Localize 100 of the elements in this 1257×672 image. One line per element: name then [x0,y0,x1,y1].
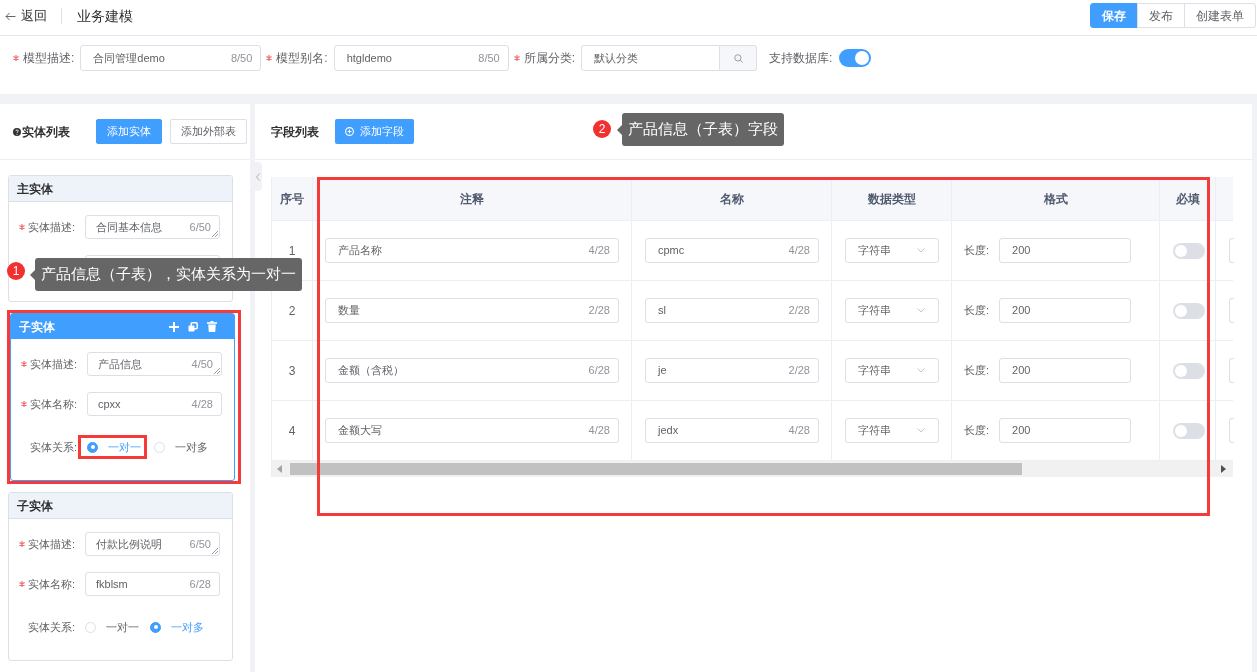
page-title: 业务建模 [77,6,133,26]
text-input[interactable] [1229,298,1234,323]
name-field[interactable]: cpmc 4/28 [645,238,819,263]
column-header: 数据类型 [832,177,952,220]
comment-field[interactable]: 数量 2/28 [325,298,619,323]
text-input[interactable]: htgldemo 8/50 [333,45,509,71]
back-arrow-icon [5,11,16,21]
row-number: 1 [288,242,296,260]
collapse-handle[interactable] [253,162,262,191]
text-input[interactable]: fkblsm 6/28 [85,572,220,596]
textarea-field[interactable]: 付款比例说明 6/50 [85,532,220,556]
row-number: 2 [288,302,296,320]
toolbar-button[interactable]: 发布 [1137,3,1185,28]
radio-option[interactable]: 一对一 [85,618,139,636]
column-header: 必填 [1160,177,1216,220]
entity-card[interactable]: 子实体 实体描述: 付款比例说明 6/50 实体名称: fkblsm 6/28 实体关系: 一对一 一对多 [8,492,233,661]
length-field[interactable]: 200 [999,238,1132,263]
column-header: 注释 [313,177,632,220]
text-input[interactable] [1229,238,1234,263]
character-count: 6/50 [189,219,211,235]
text-input[interactable] [1229,358,1234,383]
field-label: 支持数据库: [769,50,833,67]
column-header: 序号 [272,177,313,220]
tooltip-text: 产品信息（子表），实体关系为一对一 [35,258,302,291]
type-select[interactable]: 字符串 [845,358,939,383]
type-select[interactable]: 字符串 [845,418,939,443]
search-button[interactable] [720,45,758,71]
character-count: 6/28 [189,576,211,592]
field-label: 实体关系: [29,439,77,455]
toggle-switch[interactable] [1173,362,1205,379]
length-field[interactable]: 200 [999,418,1132,443]
field-label: 实体描述: [29,356,77,372]
field-label: 模型描述: [23,50,75,67]
name-field[interactable]: jedx 4/28 [645,418,819,443]
field-label: 所属分类: [523,50,576,67]
character-count: 8/50 [230,50,253,66]
toggle-switch[interactable] [1173,242,1205,259]
plus-circle-icon [345,127,354,136]
resize-handle-icon [213,367,220,374]
field-label: 实体描述: [27,219,75,235]
textarea-field[interactable]: 合同基本信息 6/50 [85,215,220,239]
field-label: 长度: [964,243,990,259]
character-count: 2/28 [788,363,810,379]
character-count: 4/28 [588,423,610,439]
row-number: 4 [288,422,296,440]
text-input[interactable] [1229,418,1234,443]
type-select[interactable]: 字符串 [845,298,939,323]
action-button[interactable]: 添加外部表 [170,119,247,144]
radio-option[interactable]: 一对多 [154,438,208,456]
character-count: 4/28 [191,396,213,412]
textarea-field[interactable]: 产品信息 4/50 [87,352,222,376]
chevron-down-icon [917,368,925,373]
character-count: 6/28 [588,363,610,379]
toggle-switch[interactable] [1173,302,1205,319]
field-label: 实体描述: [27,536,75,552]
text-input[interactable]: 合同管理demo 8/50 [80,45,262,71]
character-count: 4/28 [788,243,810,259]
chevron-down-icon [917,248,925,253]
tooltip-text: 产品信息（子表）字段 [622,113,784,146]
comment-field[interactable]: 产品名称 4/28 [325,238,619,263]
character-count: 6/50 [189,536,211,552]
copy-icon[interactable] [188,321,198,332]
column-header: 格式 [952,177,1160,220]
resize-handle-icon [211,230,218,237]
length-field[interactable]: 200 [999,358,1132,383]
scroll-left-icon[interactable] [277,465,282,473]
entity-card[interactable]: 子实体 实体描述: 产品信息 4/50 实体名称: cpxx 4/28 实体关系: 一对一 一对多 [10,313,235,481]
panel-title: 字段列表 [271,123,319,141]
comment-field[interactable]: 金额（含税） 6/28 [325,358,619,383]
type-select[interactable]: 字符串 [845,238,939,263]
category-field[interactable]: 默认分类 [581,45,721,71]
back-link[interactable]: 返回 [5,6,47,26]
plus-icon[interactable] [169,321,179,332]
field-label: 模型别名: [276,50,328,67]
toggle-switch[interactable] [839,49,872,67]
text-input[interactable]: cpxx 4/28 [87,392,222,416]
panel-title: 实体列表 [22,123,70,141]
field-label: 实体名称: [29,396,77,412]
character-count: 4/28 [788,423,810,439]
card-title: 子实体 [17,497,53,515]
help-icon[interactable] [13,127,21,136]
card-title: 主实体 [17,180,53,198]
character-count: 4/28 [588,243,610,259]
character-count: 2/28 [788,303,810,319]
scrollbar-thumb[interactable] [290,463,1022,475]
name-field[interactable]: je 2/28 [645,358,819,383]
name-field[interactable]: sl 2/28 [645,298,819,323]
length-field[interactable]: 200 [999,298,1132,323]
column-header: 名称 [632,177,832,220]
scroll-right-icon[interactable] [1221,465,1226,473]
comment-field[interactable]: 金额大写 4/28 [325,418,619,443]
horizontal-scrollbar[interactable] [272,461,1233,477]
toolbar-button[interactable]: 创建表单 [1184,3,1256,28]
trash-icon[interactable] [207,321,217,332]
field-label: 长度: [964,363,990,379]
toggle-switch[interactable] [1173,422,1205,439]
field-label: 实体关系: [27,619,75,635]
chevron-left-icon [255,172,260,181]
character-count: 2/28 [588,303,610,319]
character-count: 4/50 [191,356,213,372]
